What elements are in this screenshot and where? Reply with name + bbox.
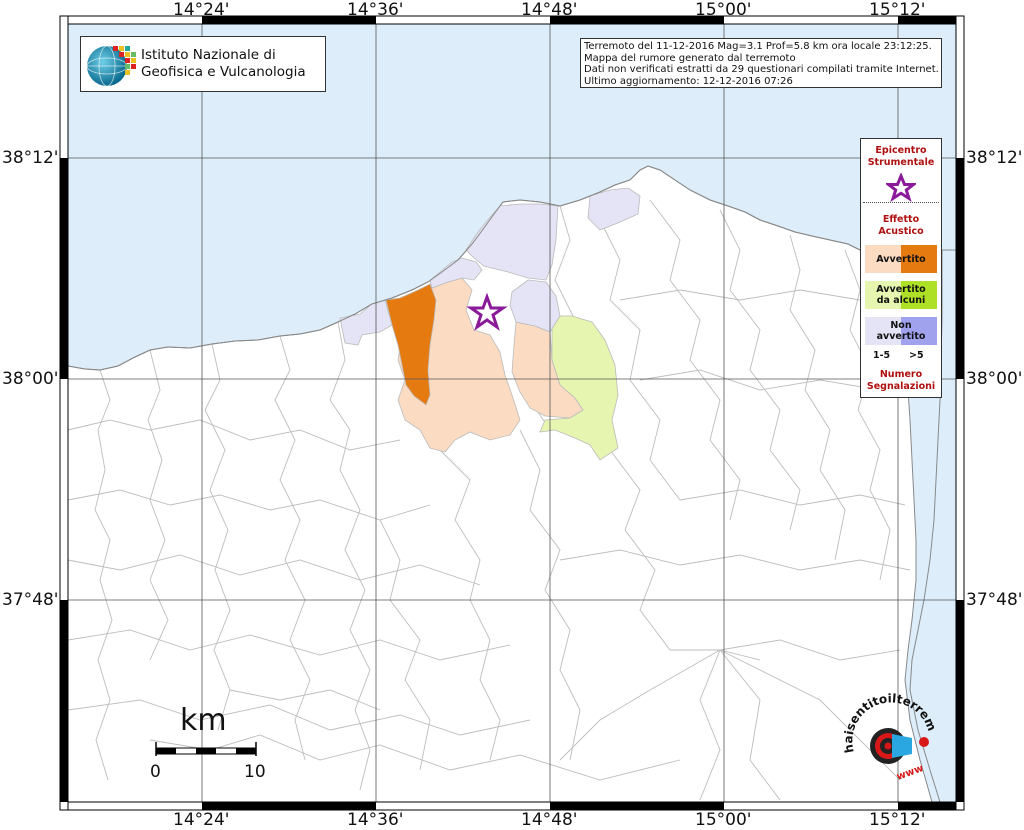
- legend-label-avvertito: Avvertito: [876, 253, 926, 265]
- scale-unit: km: [180, 703, 227, 738]
- legend-swatch-non-avvertito: Non avvertito: [865, 317, 937, 345]
- left-coord-1: 38°12': [2, 148, 59, 168]
- right-coord-1: 38°12': [966, 148, 1023, 168]
- info-line-4: Ultimo aggiornamento: 12-12-2016 07:26: [584, 75, 793, 87]
- scale-end: 10: [244, 762, 266, 782]
- left-coord-3: 37°48': [2, 590, 59, 610]
- legend-effect-line2: Acustico: [878, 226, 924, 237]
- info-line-2: Mappa del rumore generato dal terremoto: [584, 52, 796, 64]
- legend-swatch-avvertito-alcuni: Avvertito da alcuni: [865, 281, 937, 309]
- legend-separator: [863, 202, 939, 203]
- legend-label-avvertito-alcuni: Avvertito da alcuni: [876, 284, 926, 306]
- ingv-globe-icon: [86, 45, 136, 87]
- bottom-coord-4: 15°00': [695, 810, 752, 830]
- top-coord-2: 14°36': [347, 0, 404, 20]
- right-coord-2: 38°00': [966, 369, 1023, 389]
- institute-name-line2: Geofisica e Vulcanologia: [141, 64, 306, 80]
- left-coord-2: 38°00': [2, 369, 59, 389]
- info-line-1: Terremoto del 11-12-2016 Mag=3.1 Prof=5.…: [584, 41, 932, 52]
- institute-name: Istituto Nazionale di Geofisica e Vulcan…: [141, 47, 306, 81]
- legend-star-icon: [886, 173, 916, 203]
- top-coord-5: 15°12': [869, 0, 926, 20]
- institute-name-line1: Istituto Nazionale di: [141, 47, 276, 63]
- legend-range-low: 1-5: [873, 350, 891, 361]
- legend-count-line2: Segnalazioni: [866, 381, 936, 392]
- top-coord-4: 15°00': [695, 0, 752, 20]
- legend-effect-line1: Effetto: [882, 214, 920, 225]
- watermark-sub: www: [895, 763, 925, 783]
- map-legend: Epicentro Strumentale Effetto Acustico A…: [860, 138, 942, 398]
- top-coord-1: 14°24': [173, 0, 230, 20]
- top-coord-3: 14°48': [521, 0, 578, 20]
- earthquake-info-box: Terremoto del 11-12-2016 Mag=3.1 Prof=5.…: [580, 38, 942, 88]
- hai-sentito-logo: haisentitoilterremoto.it www: [840, 690, 939, 783]
- right-coord-3: 37°48': [966, 590, 1023, 610]
- info-line-3: Dati non verificati estratti da 29 quest…: [584, 64, 939, 75]
- legend-epicenter-line2: Strumentale: [867, 157, 935, 168]
- bottom-coord-3: 14°48': [521, 810, 578, 830]
- legend-count-line1: Numero: [879, 369, 923, 380]
- bottom-coord-1: 14°24': [173, 810, 230, 830]
- legend-swatch-avvertito: Avvertito: [865, 245, 937, 273]
- bottom-coord-5: 15°12': [869, 810, 926, 830]
- legend-label-non-avvertito: Non avvertito: [876, 320, 926, 342]
- legend-epicenter-line1: Epicentro: [875, 145, 927, 156]
- bottom-coord-2: 14°36': [347, 810, 404, 830]
- legend-range-high: >5: [909, 350, 924, 361]
- scale-start: 0: [150, 762, 161, 782]
- ingv-logo-box: Istituto Nazionale di Geofisica e Vulcan…: [80, 36, 326, 92]
